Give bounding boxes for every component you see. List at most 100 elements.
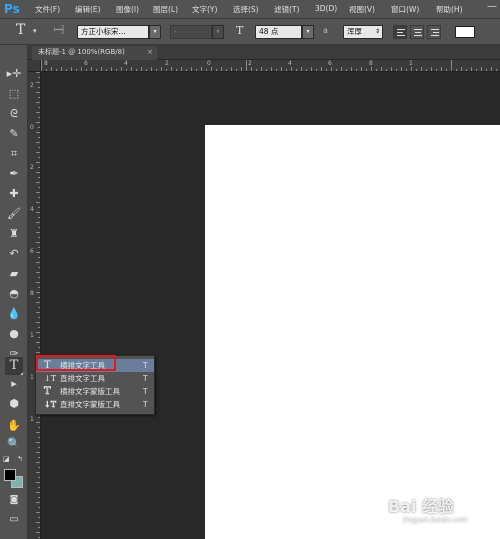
ruler-label: 2 — [30, 82, 34, 89]
ruler-label: 6 — [30, 248, 34, 255]
toolbox: ▸✛ ⬚ ᘓ ✎ ⌗ ✒ ✚ 🖌 ♜ ↶ ▰ ◓ 💧 ● ✑ T ▸ ⬢ ✋ 🔍… — [0, 45, 28, 539]
close-tab-icon[interactable]: × — [147, 46, 153, 59]
align-left-button[interactable] — [393, 25, 407, 39]
type-tool-preset-icon[interactable]: T — [16, 22, 25, 38]
menu-filter[interactable]: 滤镜(T) — [274, 4, 299, 15]
quick-mask-tool-icon[interactable]: ◙ — [5, 491, 23, 509]
menu-edit[interactable]: 编辑(E) — [75, 4, 101, 15]
horizontal-ruler[interactable]: 8 6 4 2 0 2 4 6 8 1 — [41, 60, 500, 72]
antialias-value: 浑厚 — [347, 27, 362, 36]
ruler-label: 6 — [84, 60, 88, 67]
crop-tool-icon[interactable]: ⌗ — [5, 145, 23, 163]
ruler-label: 8 — [30, 290, 34, 297]
flyout-item-shortcut: T — [143, 387, 148, 396]
font-size-field[interactable]: 48 点 — [255, 25, 302, 39]
document-canvas[interactable] — [205, 125, 500, 539]
lasso-tool-icon[interactable]: ᘓ — [5, 105, 23, 123]
menu-view[interactable]: 视图(V) — [349, 4, 375, 15]
minimize-button[interactable]: — — [487, 1, 497, 12]
ruler-label: 4 — [30, 206, 34, 213]
flyout-item-shortcut: T — [143, 374, 148, 383]
tool-preset-arrow-icon[interactable]: ▾ — [33, 27, 37, 35]
eyedropper-tool-icon[interactable]: ✒ — [5, 165, 23, 183]
photoshop-logo: Ps — [4, 2, 20, 16]
clone-stamp-tool-icon[interactable]: ♜ — [5, 225, 23, 243]
flyout-item-vertical-type-mask[interactable]: ↓T 直排文字蒙版工具 T — [36, 398, 154, 411]
menu-3d[interactable]: 3D(D) — [315, 4, 337, 13]
font-style-field[interactable]: - — [170, 25, 212, 39]
font-style-dropdown-arrow[interactable]: ▾ — [212, 25, 224, 39]
ruler-label: 8 — [44, 60, 48, 67]
vertical-type-icon: ↓T — [44, 374, 57, 383]
ruler-label: 8 — [369, 60, 373, 67]
baidu-watermark-logo: Bai 经验 — [388, 497, 455, 516]
quick-select-tool-icon[interactable]: ✎ — [5, 125, 23, 143]
ruler-label: 1 — [30, 416, 34, 423]
align-center-button[interactable] — [410, 25, 424, 39]
marquee-tool-icon[interactable]: ⬚ — [5, 85, 23, 103]
flyout-item-shortcut: T — [143, 361, 148, 370]
swap-colors-icon[interactable]: ↰ — [17, 455, 23, 463]
document-tab[interactable]: 未标题-1 @ 100%(RGB/8) × — [32, 46, 157, 60]
blur-tool-icon[interactable]: 💧 — [5, 305, 23, 323]
font-size-dropdown-arrow[interactable]: ▾ — [302, 25, 314, 39]
paint-bucket-tool-icon[interactable]: ◓ — [5, 285, 23, 303]
menu-window[interactable]: 窗口(W) — [391, 4, 419, 15]
foreground-color-swatch[interactable] — [4, 469, 16, 481]
ruler-label: 1 — [30, 374, 34, 381]
font-family-field[interactable]: 方正小标宋... — [77, 25, 149, 39]
default-colors-icon[interactable]: ◪ — [3, 455, 10, 463]
document-tab-bar: 未标题-1 @ 100%(RGB/8) × — [28, 45, 500, 60]
flyout-item-label: 直排文字蒙版工具 — [60, 400, 120, 409]
zoom-tool-icon[interactable]: 🔍 — [5, 435, 23, 453]
eraser-tool-icon[interactable]: ▰ — [5, 265, 23, 283]
orientation-toggle-icon[interactable]: T — [50, 25, 65, 34]
flyout-item-horizontal-type-mask[interactable]: T 横排文字蒙版工具 T — [36, 385, 154, 398]
ruler-label: 0 — [207, 60, 211, 67]
type-tool-glyph: T — [9, 358, 19, 373]
ruler-label: 1 — [409, 60, 413, 67]
move-tool-icon[interactable]: ▸✛ — [5, 65, 23, 83]
highlight-annotation-box — [36, 355, 116, 371]
font-size-icon: T — [236, 24, 244, 37]
dodge-tool-icon[interactable]: ● — [5, 325, 23, 343]
menu-select[interactable]: 选择(S) — [233, 4, 259, 15]
antialias-field[interactable]: 浑厚 ⇕ — [343, 25, 383, 39]
align-right-button[interactable] — [427, 25, 441, 39]
vertical-ruler[interactable]: 2 0 2 4 6 8 1 1 1 — [28, 72, 41, 539]
shape-tool-icon[interactable]: ⬢ — [5, 395, 23, 413]
font-family-dropdown-arrow[interactable]: ▾ — [149, 25, 161, 39]
history-brush-tool-icon[interactable]: ↶ — [5, 245, 23, 263]
options-bar: T ▾ T 方正小标宋... ▾ - ▾ T 48 点 ▾ a 浑厚 ⇕ — [0, 19, 500, 45]
flyout-item-shortcut: T — [143, 400, 148, 409]
menu-type[interactable]: 文字(Y) — [192, 4, 217, 15]
path-select-tool-icon[interactable]: ▸ — [5, 375, 23, 393]
horizontal-ruler-ticks — [41, 60, 497, 71]
ruler-origin[interactable] — [28, 60, 41, 72]
ruler-label: 1 — [30, 332, 34, 339]
menu-image[interactable]: 图像(I) — [116, 4, 139, 15]
menu-layer[interactable]: 图层(L) — [153, 4, 178, 15]
type-tool-icon[interactable]: T — [5, 357, 23, 375]
flyout-item-label: 横排文字蒙版工具 — [60, 387, 120, 396]
ruler-label: 2 — [165, 60, 169, 67]
text-color-swatch[interactable] — [455, 26, 475, 38]
flyout-item-vertical-type[interactable]: ↓T 直排文字工具 T — [36, 372, 154, 385]
menu-bar: Ps 文件(F) 编辑(E) 图像(I) 图层(L) 文字(Y) 选择(S) 滤… — [0, 0, 500, 19]
ruler-label: 0 — [30, 124, 34, 131]
baidu-watermark-url: jingyan.baidu.com — [403, 516, 468, 524]
flyout-item-label: 直排文字工具 — [60, 374, 105, 383]
menu-help[interactable]: 帮助(H) — [436, 4, 463, 15]
ruler-label: 2 — [30, 164, 34, 171]
screen-mode-tool-icon[interactable]: ▭ — [5, 511, 23, 529]
vertical-type-mask-icon: ↓T — [44, 400, 57, 410]
ruler-label: 4 — [124, 60, 128, 67]
healing-tool-icon[interactable]: ✚ — [5, 185, 23, 203]
brush-tool-icon[interactable]: 🖌 — [5, 205, 23, 223]
document-tab-title: 未标题-1 @ 100%(RGB/8) — [38, 48, 125, 56]
ruler-label: 6 — [328, 60, 332, 67]
hand-tool-icon[interactable]: ✋ — [5, 417, 23, 435]
antialias-dropdown-arrow-icon: ⇕ — [374, 28, 380, 35]
menu-file[interactable]: 文件(F) — [35, 4, 60, 15]
vertical-ruler-ticks — [36, 72, 40, 538]
